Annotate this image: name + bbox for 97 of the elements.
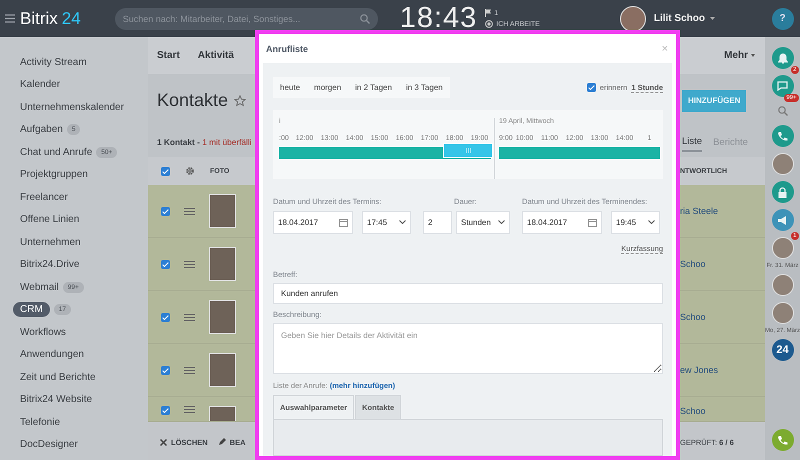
- app-logo[interactable]: 24: [772, 339, 794, 361]
- gear-icon[interactable]: [185, 166, 195, 176]
- grip-icon[interactable]: [443, 143, 493, 158]
- menu-icon[interactable]: [5, 14, 15, 23]
- time-select[interactable]: 19:45: [611, 210, 660, 234]
- chevron-icon: [498, 220, 505, 224]
- sidebar-item[interactable]: Anwendungen: [20, 349, 84, 360]
- sidebar-item[interactable]: Projektgruppen: [20, 169, 88, 180]
- calendar-icon: [588, 218, 597, 227]
- checkbox[interactable]: [161, 206, 170, 216]
- checkbox[interactable]: [161, 166, 170, 176]
- sidebar-item[interactable]: Bitrix24 Website: [20, 394, 92, 406]
- close-icon[interactable]: [160, 438, 167, 446]
- sidebar-item[interactable]: Webmail: [20, 282, 59, 293]
- logo-text: Bitrix: [20, 8, 58, 28]
- checkbox[interactable]: [161, 312, 170, 322]
- chevron-icon: [399, 220, 406, 224]
- caret-icon[interactable]: [751, 54, 755, 57]
- checkbox[interactable]: [161, 366, 170, 374]
- sidebar-item[interactable]: Bitrix24.Drive: [20, 259, 80, 270]
- sidebar-item[interactable]: Offene Linien: [20, 214, 80, 226]
- drag-handle-icon[interactable]: [184, 366, 195, 374]
- date-field[interactable]: 18.04.2017: [273, 210, 353, 234]
- photo-placeholder: [209, 194, 236, 228]
- search-field[interactable]: Suchen nach: Mitarbeiter, Datei, Sonstiges...: [114, 8, 378, 30]
- logo-number: 24: [62, 8, 81, 28]
- sidebar-item[interactable]: Aufgaben: [20, 124, 63, 136]
- record-icon: [485, 20, 494, 28]
- description-field[interactable]: Geben Sie hier Details der Aktivität ein: [273, 323, 663, 374]
- sidebar-item[interactable]: Activity Stream: [20, 56, 87, 68]
- photo-placeholder: [209, 353, 236, 387]
- more-menu[interactable]: Mehr: [724, 50, 748, 61]
- flag-icon: [485, 9, 492, 17]
- sidebar-item[interactable]: DocDesigner: [20, 439, 78, 450]
- checkbox[interactable]: [161, 406, 170, 415]
- day-option[interactable]: heute: [273, 83, 308, 92]
- responsible-link[interactable]: Schoo: [680, 312, 706, 322]
- phone-icon: [777, 130, 788, 142]
- date-field[interactable]: 18.04.2017: [522, 210, 602, 234]
- subject-field[interactable]: Kunden anrufen: [273, 282, 663, 304]
- drag-handle-icon[interactable]: [184, 260, 195, 268]
- drag-handle-icon[interactable]: [184, 314, 195, 320]
- photo-placeholder: [209, 300, 236, 334]
- day-option[interactable]: morgen: [307, 83, 348, 92]
- sidebar-item[interactable]: CRM: [13, 302, 50, 318]
- sidebar-item[interactable]: Chat und Anrufe: [20, 146, 92, 158]
- day-option[interactable]: in 2 Tagen: [348, 83, 399, 92]
- day-option[interactable]: in 3 Tagen: [398, 83, 450, 92]
- clock-time: 18:43: [400, 2, 478, 35]
- sidebar-item[interactable]: Telefonie: [20, 416, 60, 428]
- dialog-title: Anrufliste: [266, 44, 308, 54]
- user-avatar: [620, 6, 646, 32]
- search-icon[interactable]: [778, 106, 788, 116]
- help-button[interactable]: ?: [772, 8, 794, 30]
- bell-icon: [778, 52, 788, 64]
- sidebar-item[interactable]: Workflows: [20, 326, 66, 338]
- user-avatar[interactable]: [772, 237, 794, 259]
- responsible-link[interactable]: Schoo: [680, 406, 706, 416]
- duration-field[interactable]: 2: [423, 210, 452, 234]
- megaphone-icon: [777, 216, 788, 224]
- bell-button[interactable]: [772, 47, 794, 69]
- checkbox[interactable]: [161, 260, 170, 268]
- lock-button[interactable]: [772, 181, 794, 203]
- chevron-icon: [648, 220, 655, 224]
- call-button[interactable]: [772, 429, 794, 451]
- drag-handle-icon[interactable]: [184, 406, 195, 413]
- responsible-link[interactable]: ew Jones: [680, 365, 718, 375]
- lock-icon: [778, 186, 787, 198]
- photo-placeholder: [209, 247, 236, 281]
- time-select[interactable]: 17:45: [362, 210, 411, 234]
- phone-icon: [777, 434, 788, 446]
- responsible-link[interactable]: ria Steele: [680, 206, 718, 216]
- drag-handle-icon[interactable]: [184, 208, 195, 214]
- responsible-link[interactable]: Schoo: [680, 259, 706, 269]
- sidebar-item[interactable]: Zeit und Berichte: [20, 372, 96, 383]
- sidebar-item[interactable]: Kalender: [20, 79, 60, 90]
- phone-button[interactable]: [772, 125, 794, 147]
- star-icon[interactable]: [234, 94, 246, 106]
- sidebar-item[interactable]: Unternehmen: [20, 236, 81, 248]
- calendar-icon: [339, 218, 348, 227]
- user-name[interactable]: Lilit Schoo: [654, 13, 705, 24]
- user-avatar[interactable]: [772, 153, 794, 175]
- sidebar-item[interactable]: Freelancer: [20, 192, 68, 203]
- page-title: Kontakte: [157, 90, 228, 111]
- checkbox[interactable]: [586, 83, 596, 92]
- toolbar-tab[interactable]: Aktivitä: [198, 50, 234, 61]
- caret-icon[interactable]: [710, 17, 715, 20]
- pencil-icon[interactable]: [218, 438, 226, 446]
- chat-icon: [777, 81, 788, 91]
- user-avatar[interactable]: [772, 302, 794, 324]
- user-avatar[interactable]: [772, 274, 794, 296]
- sidebar-item[interactable]: Unternehmenskalender: [20, 102, 124, 113]
- summary-text: 1 Kontakt - 1 mit überfälli: [157, 137, 252, 147]
- toolbar-tab[interactable]: Start: [157, 50, 180, 61]
- unit-select[interactable]: Stunden: [456, 210, 510, 234]
- view-tab[interactable]: Liste: [682, 132, 702, 152]
- megaphone-button[interactable]: [772, 209, 794, 231]
